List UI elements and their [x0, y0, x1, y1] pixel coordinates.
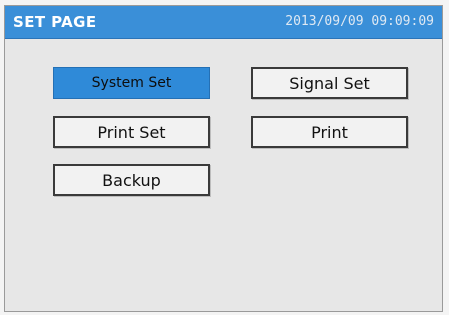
print-button[interactable]: Print [251, 116, 408, 148]
backup-button[interactable]: Backup [53, 164, 210, 196]
signal-set-button[interactable]: Signal Set [251, 67, 408, 99]
page-title: SET PAGE [13, 13, 97, 31]
title-bar: SET PAGE 2013/09/09 09:09:09 [5, 6, 442, 39]
device-screen: SET PAGE 2013/09/09 09:09:09 System Set … [4, 5, 443, 312]
system-set-button[interactable]: System Set [53, 67, 210, 99]
datetime-display: 2013/09/09 09:09:09 [285, 14, 434, 29]
print-set-button[interactable]: Print Set [53, 116, 210, 148]
